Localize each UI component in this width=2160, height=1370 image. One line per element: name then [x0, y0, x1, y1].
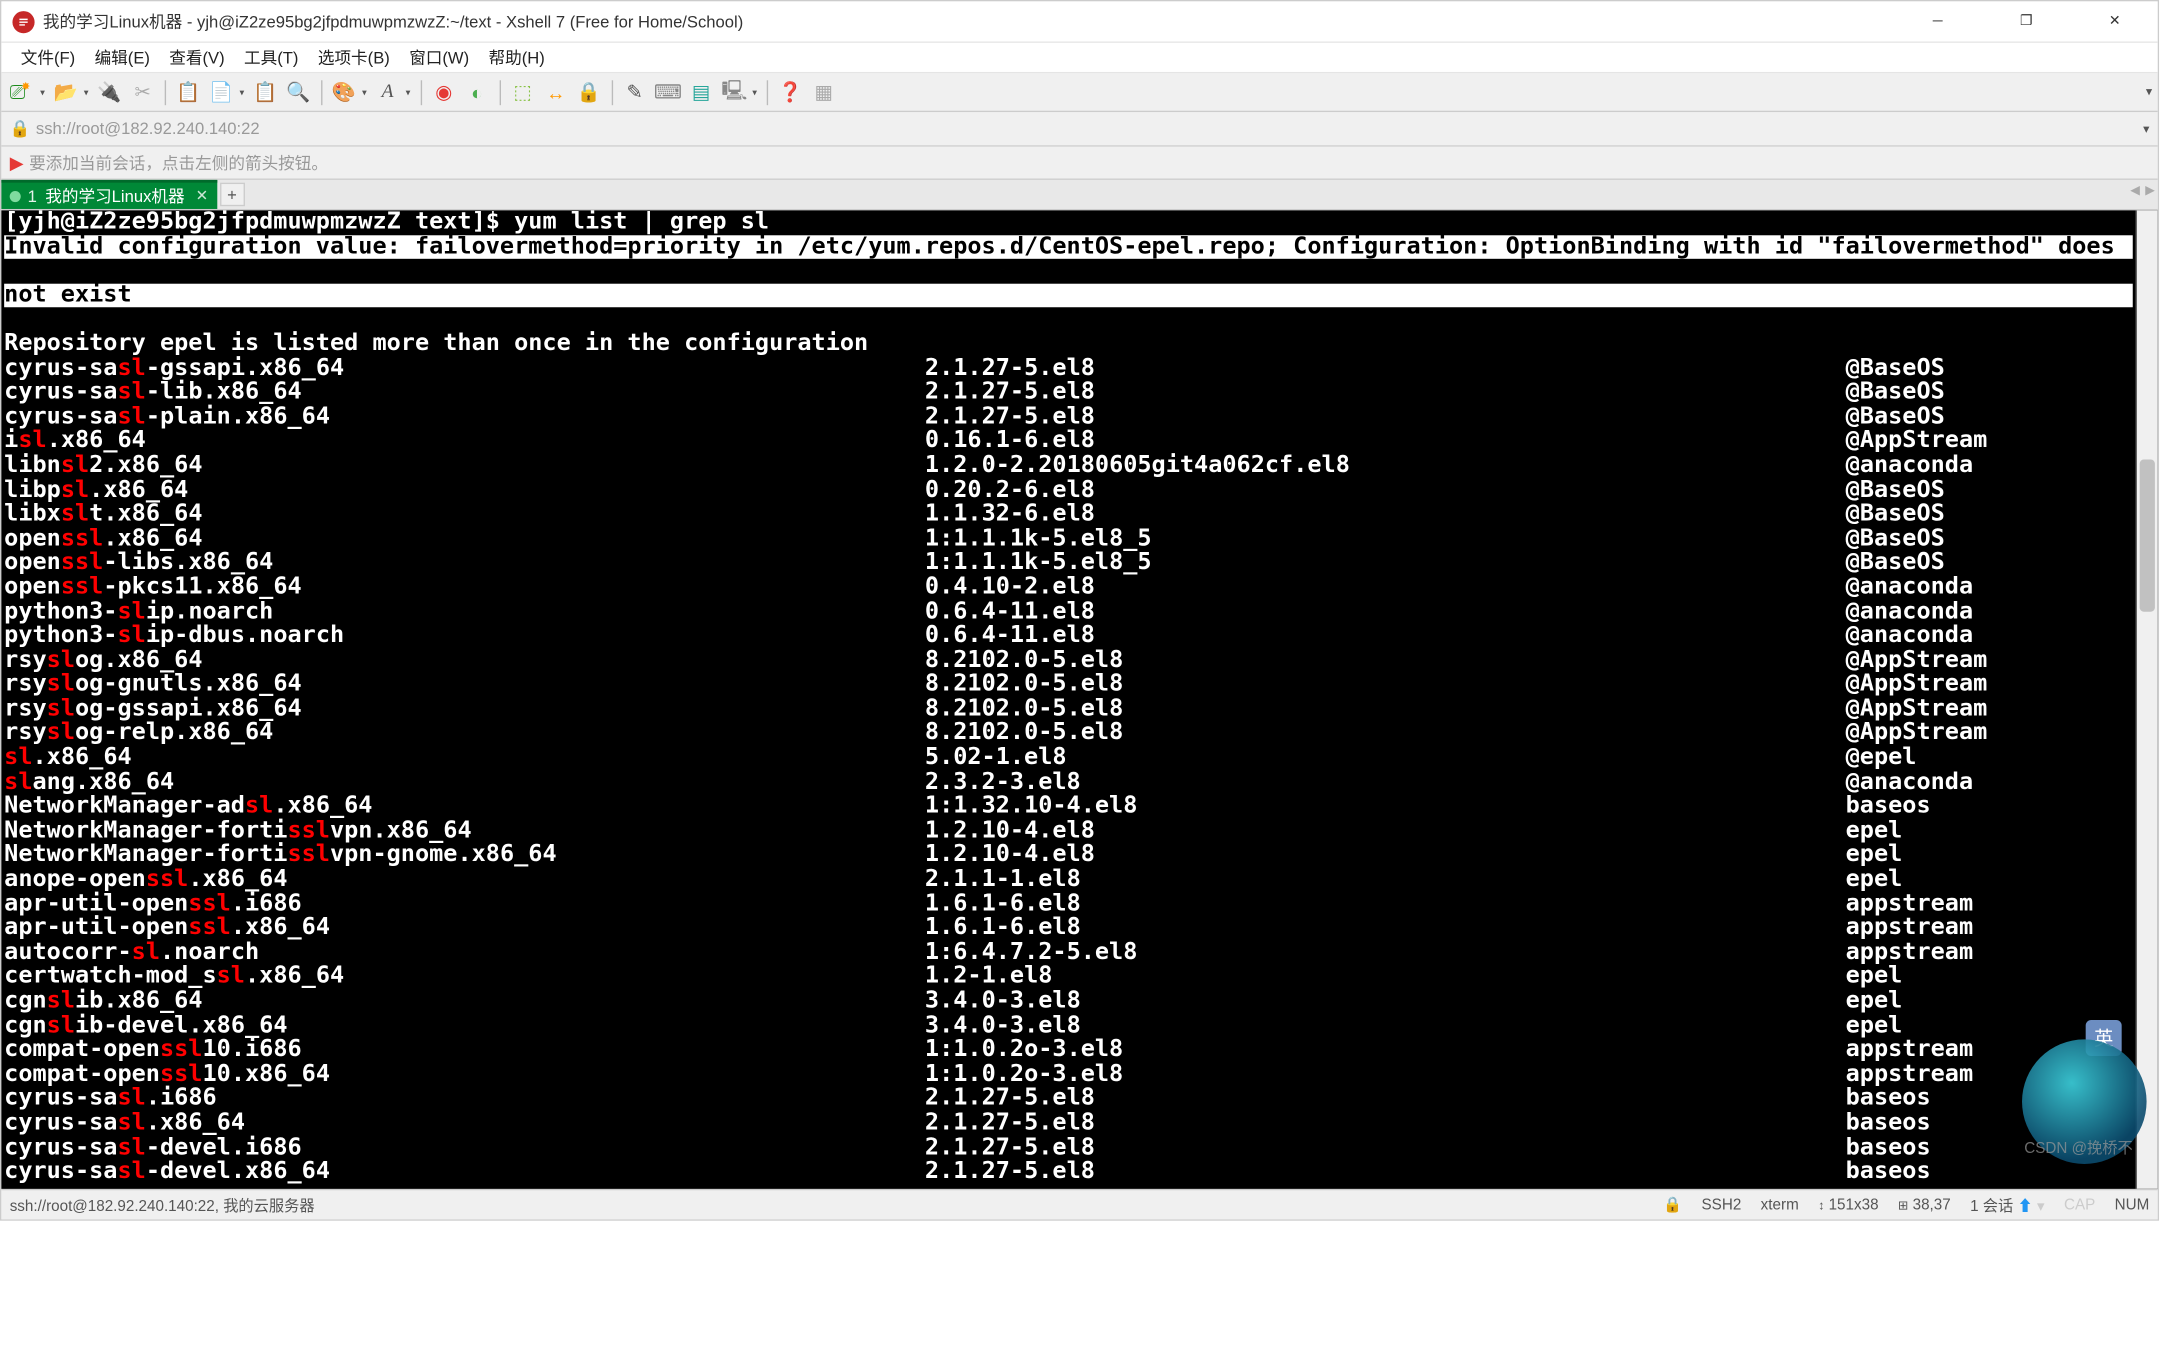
lock-icon: 🔒: [10, 119, 31, 138]
dropdown-arrow-icon[interactable]: ▾: [237, 87, 247, 98]
status-num: NUM: [2115, 1196, 2150, 1213]
close-tab-icon[interactable]: ✕: [196, 187, 209, 205]
help-menu[interactable]: 帮助(H): [480, 43, 553, 72]
new-tab-button[interactable]: +: [220, 183, 245, 207]
status-size: ↕ 151x38: [1818, 1196, 1878, 1213]
color-scheme-button[interactable]: 🎨: [329, 77, 359, 107]
font-button[interactable]: A: [372, 77, 402, 107]
history-dropdown-icon[interactable]: ▾: [2143, 121, 2149, 136]
dropdown-arrow-icon[interactable]: ▾: [359, 87, 369, 98]
tab-nav-arrows[interactable]: ◀▶: [2130, 183, 2155, 198]
dropdown-arrow-icon[interactable]: ▾: [750, 87, 760, 98]
status-cursor: ⊞ 38,37: [1898, 1196, 1951, 1213]
separator: [767, 80, 768, 105]
quickstart-button[interactable]: ▦: [808, 77, 838, 107]
tab-label: 我的学习Linux机器: [45, 184, 184, 208]
screen-button[interactable]: 🖳: [719, 77, 749, 107]
flag-icon[interactable]: ▶: [10, 152, 24, 174]
tip-text: 要添加当前会话，点击左侧的箭头按钮。: [29, 151, 328, 175]
lock-icon: 🔒: [1663, 1196, 1682, 1214]
status-caps: CAP: [2064, 1196, 2095, 1213]
menu-bar: 文件(F) 编辑(E) 查看(V) 工具(T) 选项卡(B) 窗口(W) 帮助(…: [1, 43, 2157, 73]
window-title: 我的学习Linux机器 - yjh@iZ2ze95bg2jfpdmuwpmzwz…: [43, 10, 743, 34]
address-bar[interactable]: 🔒 ssh://root@182.92.240.140:22 ▾: [1, 112, 2157, 147]
tab-number: 1: [28, 186, 37, 205]
app-icon: [12, 10, 34, 32]
dropdown-arrow-icon[interactable]: ▾: [81, 87, 91, 98]
separator: [165, 80, 166, 105]
find-button[interactable]: 🔍: [283, 77, 313, 107]
connection-status-icon: [10, 190, 21, 201]
terminal-button[interactable]: ▤: [686, 77, 716, 107]
dropdown-arrow-icon[interactable]: ▾: [37, 87, 47, 98]
lock-button[interactable]: 🔒: [574, 77, 604, 107]
status-protocol: SSH2: [1702, 1196, 1742, 1213]
title-bar: 我的学习Linux机器 - yjh@iZ2ze95bg2jfpdmuwpmzwz…: [1, 1, 2157, 43]
scrollbar-thumb[interactable]: [2140, 459, 2155, 611]
properties-button[interactable]: 📋: [173, 77, 203, 107]
disconnect-button[interactable]: ✂: [127, 77, 157, 107]
maximize-button[interactable]: ❐: [1994, 8, 2058, 34]
highlight-button[interactable]: ✎: [619, 77, 649, 107]
view-menu[interactable]: 查看(V): [161, 43, 233, 72]
separator: [420, 80, 421, 105]
help-button[interactable]: ❓: [775, 77, 805, 107]
tip-bar: ▶ 要添加当前会话，点击左侧的箭头按钮。: [1, 147, 2157, 180]
compose-button[interactable]: ↔: [541, 77, 571, 107]
minimize-button[interactable]: ─: [1906, 8, 1970, 34]
scrollbar[interactable]: [2136, 210, 2158, 1188]
separator: [499, 80, 500, 105]
window-menu[interactable]: 窗口(W): [401, 43, 478, 72]
status-sessions: 1 会话 ⬆ ▾: [1970, 1194, 2045, 1216]
keymap-button[interactable]: ⌨: [653, 77, 683, 107]
file-menu[interactable]: 文件(F): [12, 43, 83, 72]
status-connection: ssh://root@182.92.240.140:22, 我的云服务器: [10, 1194, 315, 1216]
address-text: ssh://root@182.92.240.140:22: [36, 119, 260, 138]
status-term-type: xterm: [1761, 1196, 1799, 1213]
terminal-output[interactable]: [yjh@iZ2ze95bg2jfpdmuwpmzwzZ text]$ yum …: [1, 210, 2135, 1188]
open-button[interactable]: 📂: [51, 77, 81, 107]
close-button[interactable]: ✕: [2083, 8, 2147, 34]
dropdown-arrow-icon[interactable]: ▾: [403, 87, 413, 98]
toolbar-overflow-icon[interactable]: ▾: [2146, 84, 2152, 99]
status-bar: ssh://root@182.92.240.140:22, 我的云服务器 🔒 S…: [1, 1189, 2157, 1219]
tabs-menu[interactable]: 选项卡(B): [310, 43, 399, 72]
tools-menu[interactable]: 工具(T): [236, 43, 307, 72]
paste-button[interactable]: 📋: [250, 77, 280, 107]
copy-button[interactable]: 📄: [206, 77, 236, 107]
toolbar: ⎚✸▾ 📂▾ 🔌 ✂ 📋 📄▾ 📋 🔍 🎨▾ A▾ ◉ ◐ ⬚ ↔ 🔒 ✎ ⌨ …: [1, 73, 2157, 112]
edit-menu[interactable]: 编辑(E): [86, 43, 158, 72]
session-tab[interactable]: 1 我的学习Linux机器 ✕: [1, 180, 216, 209]
quick-button[interactable]: ⬚: [507, 77, 537, 107]
new-session-button[interactable]: ⎚✸: [7, 77, 37, 107]
tab-bar: 1 我的学习Linux机器 ✕ + ◀▶: [1, 180, 2157, 210]
separator: [320, 80, 321, 105]
xftp-button[interactable]: ◐: [462, 77, 492, 107]
separator: [611, 80, 612, 105]
xagent-button[interactable]: ◉: [428, 77, 458, 107]
reconnect-button[interactable]: 🔌: [94, 77, 124, 107]
